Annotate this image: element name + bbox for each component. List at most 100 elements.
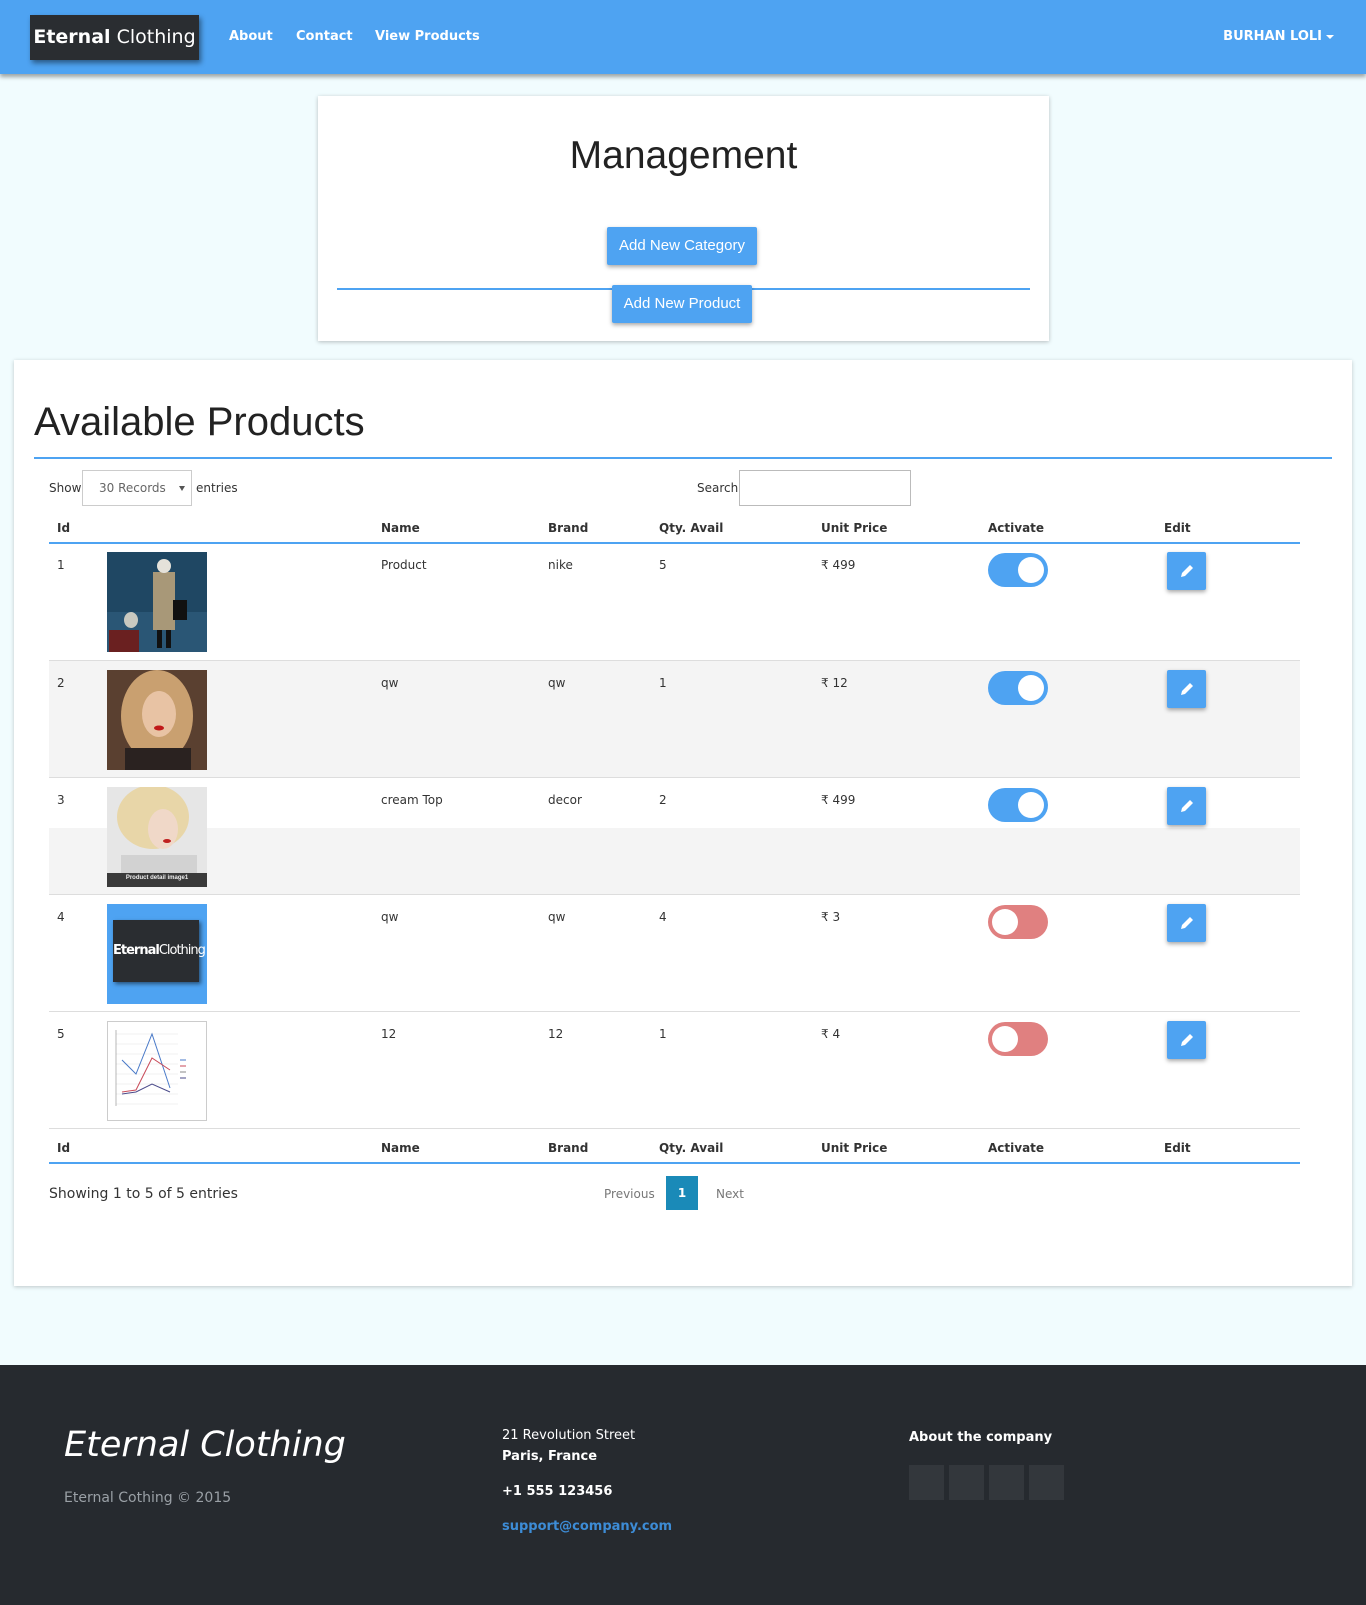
nav-link-contact[interactable]: Contact	[296, 29, 353, 44]
footer-address-line1: 21 Revolution Street	[502, 1428, 636, 1443]
pagination-next[interactable]: Next	[716, 1187, 744, 1201]
footer-about-heading: About the company	[909, 1430, 1053, 1445]
footer-email-link[interactable]: support@company.com	[502, 1519, 672, 1534]
thumbnail-caption: Product detail image1	[125, 875, 189, 881]
toggle-knob	[992, 909, 1018, 935]
activate-toggle[interactable]	[988, 1022, 1048, 1056]
nav-link-about[interactable]: About	[229, 29, 273, 44]
product-thumbnail: Product detail image1	[107, 787, 207, 887]
social-icon-3[interactable]	[989, 1465, 1024, 1500]
cell-name: 12	[381, 1027, 397, 1041]
social-icon-2[interactable]	[949, 1465, 984, 1500]
table-row: 1 Product nike 5 ₹ 499	[49, 543, 1300, 660]
cell-qty: 1	[659, 1027, 667, 1041]
column-footer-qty[interactable]: Qty. Avail	[659, 1141, 723, 1155]
dropdown-arrow-icon	[179, 486, 185, 491]
search-label: Search:	[697, 481, 743, 495]
site-footer: Eternal Clothing Eternal Cothing © 2015 …	[0, 1365, 1366, 1605]
table-info: Showing 1 to 5 of 5 entries	[49, 1186, 238, 1202]
management-card: Management Add New Category Add New Prod…	[318, 96, 1049, 341]
footer-header-divider	[49, 1162, 1300, 1164]
add-new-category-button[interactable]: Add New Category	[607, 227, 757, 265]
cell-brand: 12	[548, 1027, 564, 1041]
pencil-icon	[1181, 565, 1193, 577]
social-icon-1[interactable]	[909, 1465, 944, 1500]
table-row: 3 Product detail image1 cream Top decor …	[49, 777, 1300, 894]
cell-brand: nike	[548, 558, 573, 572]
cell-price: ₹ 4	[821, 1027, 841, 1041]
activate-toggle[interactable]	[988, 788, 1048, 822]
cell-price: ₹ 3	[821, 910, 841, 924]
column-header-id[interactable]: Id	[57, 521, 70, 535]
column-header-edit[interactable]: Edit	[1164, 521, 1191, 535]
products-title: Available Products	[34, 400, 365, 444]
activate-toggle[interactable]	[988, 905, 1048, 939]
column-footer-price[interactable]: Unit Price	[821, 1141, 887, 1155]
show-label: Show	[49, 481, 82, 495]
brand-logo[interactable]: Eternal Clothing	[30, 15, 199, 60]
toggle-knob	[1018, 675, 1044, 701]
pagination-previous[interactable]: Previous	[604, 1187, 655, 1201]
social-icon-4[interactable]	[1029, 1465, 1064, 1500]
brand-logo-image: EternalClothing	[113, 920, 206, 982]
pencil-icon	[1181, 1034, 1193, 1046]
activate-toggle[interactable]	[988, 553, 1048, 587]
product-thumbnail	[107, 552, 207, 652]
user-name: BURHAN LOLI	[1223, 29, 1322, 44]
activate-toggle[interactable]	[988, 671, 1048, 705]
cell-id: 2	[57, 676, 65, 690]
cell-price: ₹ 499	[821, 793, 856, 807]
toggle-knob	[1018, 557, 1044, 583]
top-navbar: Eternal Clothing About Contact View Prod…	[0, 0, 1366, 74]
pencil-icon	[1181, 917, 1193, 929]
edit-button[interactable]	[1167, 904, 1206, 942]
table-row: 5 12 12 1 ₹ 4	[49, 1011, 1300, 1128]
column-footer-brand[interactable]: Brand	[548, 1141, 588, 1155]
cell-qty: 4	[659, 910, 667, 924]
table-row: 4 EternalClothing qw qw 4 ₹ 3	[49, 894, 1300, 1011]
user-menu[interactable]: BURHAN LOLI	[1223, 29, 1334, 44]
cell-name: Product	[381, 558, 427, 572]
nav-link-view-products[interactable]: View Products	[375, 29, 480, 44]
cell-qty: 1	[659, 676, 667, 690]
product-thumbnail: EternalClothing	[107, 904, 207, 1004]
search-input[interactable]	[739, 470, 911, 506]
column-header-name[interactable]: Name	[381, 521, 420, 535]
cell-id: 4	[57, 910, 65, 924]
cell-brand: qw	[548, 910, 566, 924]
caret-down-icon	[1326, 34, 1334, 39]
cell-qty: 2	[659, 793, 667, 807]
column-footer-name[interactable]: Name	[381, 1141, 420, 1155]
edit-button[interactable]	[1167, 670, 1206, 708]
column-footer-activate[interactable]: Activate	[988, 1141, 1044, 1155]
column-header-price[interactable]: Unit Price	[821, 521, 887, 535]
edit-button[interactable]	[1167, 1021, 1206, 1059]
cell-id: 3	[57, 793, 65, 807]
cell-name: qw	[381, 676, 399, 690]
product-thumbnail	[107, 670, 207, 770]
cell-qty: 5	[659, 558, 667, 572]
management-title: Management	[569, 134, 798, 177]
footer-divider	[49, 1128, 1300, 1129]
pencil-icon	[1181, 683, 1193, 695]
edit-button[interactable]	[1167, 552, 1206, 590]
pagination-page-1[interactable]: 1	[666, 1176, 698, 1210]
column-header-brand[interactable]: Brand	[548, 521, 588, 535]
add-new-product-button[interactable]: Add New Product	[612, 285, 752, 323]
edit-button[interactable]	[1167, 787, 1206, 825]
cell-brand: decor	[548, 793, 582, 807]
cell-name: qw	[381, 910, 399, 924]
column-footer-edit[interactable]: Edit	[1164, 1141, 1191, 1155]
toggle-knob	[992, 1026, 1018, 1052]
cell-id: 1	[57, 558, 65, 572]
footer-phone: +1 555 123456	[502, 1484, 613, 1499]
footer-copyright: Eternal Cothing © 2015	[64, 1490, 232, 1506]
records-per-page-select[interactable]: 30 Records	[82, 470, 192, 506]
products-card: Available Products Show 30 Records entri…	[14, 360, 1352, 1286]
divider	[34, 457, 1332, 459]
column-footer-id[interactable]: Id	[57, 1141, 70, 1155]
column-header-activate[interactable]: Activate	[988, 521, 1044, 535]
footer-address-line2: Paris, France	[502, 1449, 598, 1464]
column-header-qty[interactable]: Qty. Avail	[659, 521, 723, 535]
product-thumbnail	[107, 1021, 207, 1121]
